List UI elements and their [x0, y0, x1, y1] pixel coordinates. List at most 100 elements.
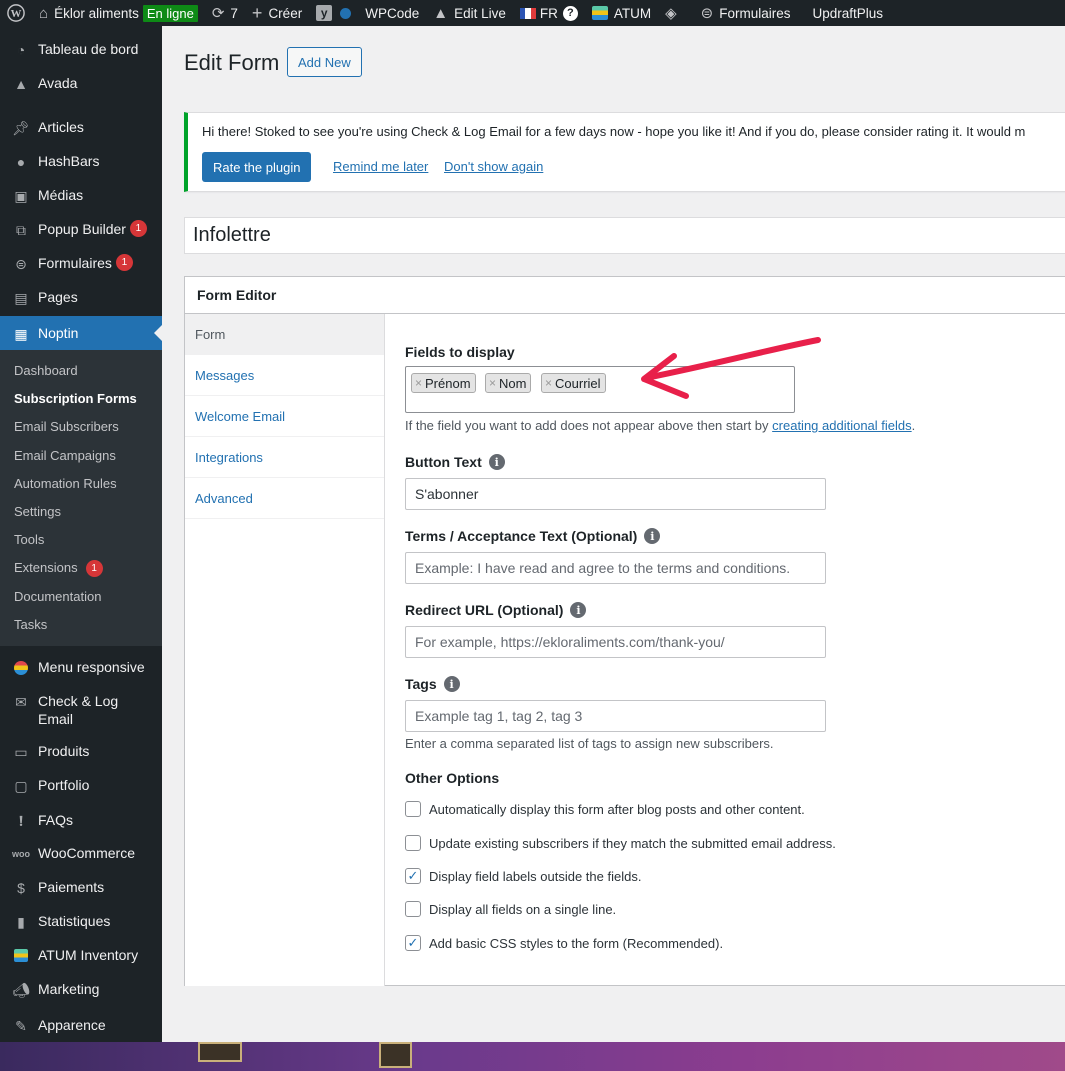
menu-label: WooCommerce [38, 844, 135, 861]
option-update-subscribers[interactable]: Update existing subscribers if they matc… [405, 835, 836, 851]
menu-paiements[interactable]: $ Paiements [0, 870, 162, 904]
menu-dashboard[interactable]: ◔ Tableau de bord [0, 32, 162, 66]
menu-label: Popup Builder [38, 221, 126, 237]
menu-portfolio[interactable]: ▢ Portfolio [0, 768, 162, 802]
forms-link[interactable]: ⊜ Formulaires [694, 0, 798, 26]
menu-formulaires[interactable]: ⊜ Formulaires 1 [0, 246, 162, 280]
dont-show-again-link[interactable]: Don't show again [444, 159, 543, 174]
menu-label: Paiements [38, 878, 105, 895]
menu-check-log-email[interactable]: ✉ Check & Log Email [0, 682, 162, 734]
fields-help-text: If the field you want to add does not ap… [405, 418, 915, 433]
create-new-link[interactable]: + Créer [245, 0, 309, 26]
megaphone-icon: 📣︎ [12, 981, 30, 998]
menu-statistiques[interactable]: ▮ Statistiques [0, 904, 162, 938]
help-icon[interactable]: ? [562, 5, 578, 21]
desktop-thumbnail[interactable] [379, 1042, 412, 1068]
menu-pages[interactable]: ▤ Pages [0, 280, 162, 314]
field-token[interactable]: × Prénom [411, 373, 476, 393]
menu-avada[interactable]: ▲ Avada [0, 66, 162, 110]
atum-link[interactable]: ATUM [585, 0, 658, 26]
checkbox[interactable] [405, 901, 421, 917]
rate-plugin-button[interactable]: Rate the plugin [202, 152, 312, 182]
tab-form[interactable]: Form [185, 314, 384, 355]
site-name: Éklor aliments [54, 5, 139, 21]
site-name-link[interactable]: ⌂ Éklor aliments En ligne [32, 0, 205, 26]
menu-apparence[interactable]: ✎ Apparence [0, 1006, 162, 1040]
option-single-line[interactable]: Display all fields on a single line. [405, 901, 616, 917]
wpcode-label: WPCode [365, 5, 420, 21]
admin-sidebar: ◔ Tableau de bord ▲ Avada 📌︎ Articles ● … [0, 26, 162, 1042]
submenu-subscription-forms[interactable]: Subscription Forms [0, 385, 162, 413]
label-text: Tags [405, 676, 437, 692]
form-title-input[interactable]: Infolettre [184, 217, 1065, 254]
token-label: Prénom [425, 375, 471, 391]
option-auto-display[interactable]: Automatically display this form after bl… [405, 801, 805, 817]
submenu-dashboard[interactable]: Dashboard [0, 357, 162, 385]
wpcode-link[interactable]: WPCode [358, 0, 426, 26]
submenu-email-subscribers[interactable]: Email Subscribers [0, 413, 162, 441]
tab-advanced[interactable]: Advanced [185, 478, 384, 519]
forms-label: Formulaires [719, 5, 791, 21]
submenu-tasks[interactable]: Tasks [0, 611, 162, 639]
option-label: Add basic CSS styles to the form (Recomm… [429, 935, 724, 951]
other-options-label: Other Options [405, 770, 500, 786]
menu-articles[interactable]: 📌︎ Articles [0, 110, 162, 144]
menu-produits[interactable]: ▭ Produits [0, 734, 162, 768]
redirect-url-input[interactable]: For example, https://ekloraliments.com/t… [405, 626, 826, 658]
option-basic-css[interactable]: ✓ Add basic CSS styles to the form (Recom… [405, 935, 723, 951]
tags-help-text: Enter a comma separated list of tags to … [405, 736, 774, 751]
remind-later-link[interactable]: Remind me later [333, 159, 428, 174]
remove-icon[interactable]: × [415, 376, 422, 390]
yoast-link[interactable]: y [309, 0, 358, 26]
submenu-tools[interactable]: Tools [0, 526, 162, 554]
tags-input[interactable]: Example tag 1, tag 2, tag 3 [405, 700, 826, 732]
remove-icon[interactable]: × [489, 376, 496, 390]
edit-live-link[interactable]: ▲ Edit Live [426, 0, 513, 26]
checkbox[interactable] [405, 835, 421, 851]
menu-noptin[interactable]: ▦ Noptin [0, 316, 162, 350]
desktop-thumbnail[interactable] [198, 1042, 242, 1062]
add-new-button[interactable]: Add New [287, 47, 362, 77]
info-icon[interactable]: i [570, 602, 587, 618]
exclamation-icon: ❗︎ [19, 812, 23, 829]
remove-icon[interactable]: × [545, 376, 552, 390]
option-labels-outside[interactable]: ✓ Display field labels outside the fields… [405, 868, 641, 884]
submenu-automation-rules[interactable]: Automation Rules [0, 470, 162, 498]
updraftplus-link[interactable]: UpdraftPlus [806, 0, 891, 26]
create-fields-link[interactable]: creating additional fields [772, 418, 911, 433]
checkbox-checked[interactable]: ✓ [405, 868, 421, 884]
submenu-documentation[interactable]: Documentation [0, 583, 162, 611]
menu-hashbars[interactable]: ● HashBars [0, 144, 162, 178]
language-switcher[interactable]: FR ? [513, 0, 585, 26]
checkbox-checked[interactable]: ✓ [405, 935, 421, 951]
info-icon[interactable]: i [443, 676, 460, 692]
updates-link[interactable]: ⟳ 7 [205, 0, 245, 26]
checkbox[interactable] [405, 801, 421, 817]
menu-label: Noptin [38, 325, 79, 341]
menu-woocommerce[interactable]: woo WooCommerce [0, 836, 162, 870]
button-text-input[interactable]: S'abonner [405, 478, 826, 510]
seo-status-dot-icon [340, 7, 352, 19]
menu-media[interactable]: ▣ Médias [0, 178, 162, 212]
wordpress-logo-icon[interactable]: W [0, 0, 32, 26]
terms-input[interactable]: Example: I have read and agree to the te… [405, 552, 826, 584]
info-icon[interactable]: i [644, 528, 661, 544]
notification-badge: 1 [129, 220, 147, 237]
tab-integrations[interactable]: Integrations [185, 437, 384, 478]
menu-atum-inventory[interactable]: ATUM Inventory [0, 938, 162, 972]
menu-faqs[interactable]: ❗︎ FAQs [0, 802, 162, 836]
field-token[interactable]: × Nom [485, 373, 532, 393]
menu-label: Portfolio [38, 776, 90, 793]
option-label: Automatically display this form after bl… [429, 801, 805, 817]
field-token[interactable]: × Courriel [541, 373, 606, 393]
submenu-settings[interactable]: Settings [0, 498, 162, 526]
tab-messages[interactable]: Messages [185, 355, 384, 396]
menu-menu-responsive[interactable]: Menu responsive [0, 648, 162, 682]
tab-welcome-email[interactable]: Welcome Email [185, 396, 384, 437]
menu-marketing[interactable]: 📣︎ Marketing [0, 972, 162, 1006]
submenu-email-campaigns[interactable]: Email Campaigns [0, 442, 162, 470]
diamond-menu-link[interactable]: ◈ [658, 0, 684, 26]
info-icon[interactable]: i [488, 454, 505, 470]
submenu-extensions[interactable]: Extensions 1 [0, 554, 162, 582]
menu-popup-builder[interactable]: ⧉ Popup Builder 1 [0, 212, 162, 246]
